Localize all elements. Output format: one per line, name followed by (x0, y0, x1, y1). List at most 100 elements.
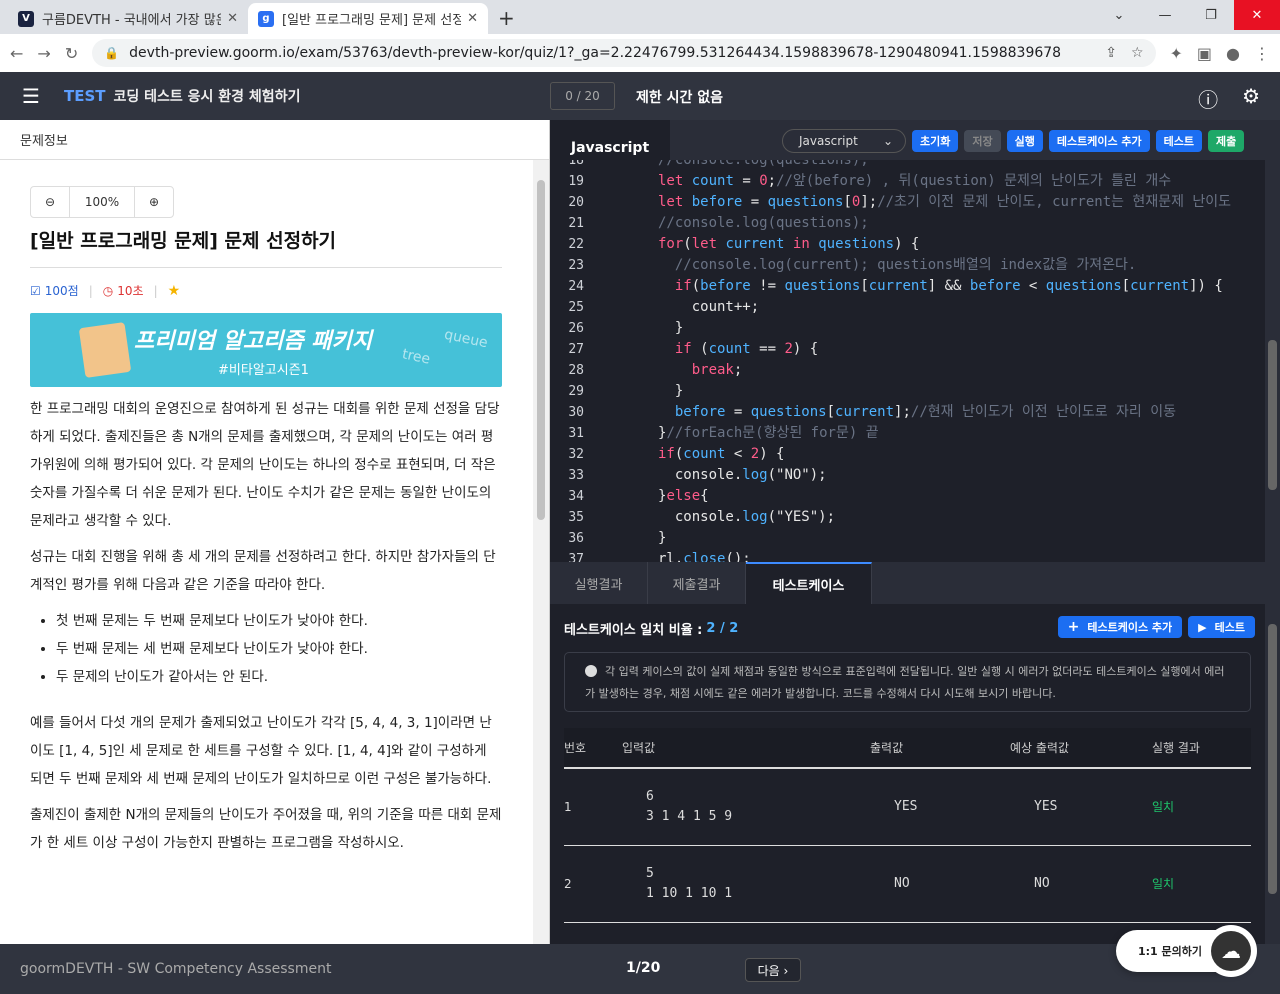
question-counter: 0 / 20 (550, 82, 615, 110)
code-line[interactable]: 33 console.log("NO"); (550, 465, 1265, 486)
test-button[interactable]: 테스트 (1155, 130, 1203, 152)
problem-scrollbar[interactable] (533, 160, 549, 944)
result-badge: 일치 (1152, 768, 1251, 846)
code-line[interactable]: 28 break; (550, 360, 1265, 381)
expected-value: YES (1010, 768, 1152, 846)
tab-submit-result[interactable]: 제출결과 (648, 562, 746, 604)
code-text: let count = 0;//앞(before) , 뒤(question) … (658, 173, 1172, 189)
code-line[interactable]: 32 if(count < 2) { (550, 444, 1265, 465)
banner-title: 프리미엄 알고리즘 패키지 (134, 329, 372, 354)
code-line[interactable]: 26 } (550, 318, 1265, 339)
code-line[interactable]: 30 before = questions[current];//현재 난이도가… (550, 402, 1265, 423)
problem-content[interactable]: ⊖ 100% ⊕ [일반 프로그래밍 문제] 문제 선정하기 ☑ 100점 | … (0, 160, 534, 944)
criteria-list: 첫 번째 문제는 두 번째 문제보다 난이도가 낮아야 한다. 두 번째 문제는… (56, 607, 502, 691)
close-tab-icon[interactable]: ✕ (227, 11, 238, 26)
code-line[interactable]: 21 //console.log(questions); (550, 213, 1265, 234)
code-line[interactable]: 35 console.log("YES"); (550, 507, 1265, 528)
code-line[interactable]: 27 if (count == 2) { (550, 339, 1265, 360)
scrollbar-thumb[interactable] (537, 180, 545, 520)
input-value: 5 1 10 1 10 1 (622, 845, 870, 923)
line-number: 30 (568, 405, 584, 420)
close-tab-icon[interactable]: ✕ (467, 11, 478, 26)
settings-gear-icon[interactable]: ⚙ (1242, 84, 1260, 113)
tab-search-icon[interactable]: ⌄ (1096, 0, 1142, 30)
address-row: ← → ↻ 🔒 devth-preview.goorm.io/exam/5376… (0, 34, 1280, 72)
code-line[interactable]: 37 rl.close(); (550, 549, 1265, 562)
code-line[interactable]: 18 //console.log(questions); (550, 160, 1265, 171)
goorm-favicon-icon: g (258, 10, 274, 27)
sidebar-icon[interactable]: ▣ (1197, 44, 1212, 63)
submit-button[interactable]: 제출 (1208, 130, 1245, 152)
banner-word: tree (400, 346, 432, 368)
code-line[interactable]: 23 //console.log(current); questions배열의 … (550, 255, 1265, 276)
lock-icon[interactable]: 🔒 (104, 46, 119, 60)
minimize-icon[interactable]: — (1142, 0, 1188, 30)
run-button[interactable]: 실행 (1006, 130, 1043, 152)
address-bar[interactable]: 🔒 devth-preview.goorm.io/exam/53763/devt… (92, 39, 1156, 67)
code-text: if(count < 2) { (658, 446, 785, 462)
column-header: 출력값 (870, 728, 1010, 769)
code-line[interactable]: 24 if(before != questions[current] && be… (550, 276, 1265, 297)
restore-icon[interactable]: ❐ (1188, 0, 1234, 30)
testcase-table: 번호 입력값 출력값 예상 출력값 실행 결과 1 6 3 1 4 1 5 9 … (564, 728, 1251, 923)
code-line[interactable]: 20 let before = questions[0];//초기 이전 문제 난… (550, 192, 1265, 213)
menu-kebab-icon[interactable]: ⋮ (1254, 44, 1270, 63)
editor-toolbar: Javascript Javascript ⌄ 초기화 저장 실행 테스트케이스… (550, 120, 1280, 160)
tab-testcases[interactable]: 테스트케이스 (746, 562, 872, 604)
code-line[interactable]: 25 count++; (550, 297, 1265, 318)
chat-cloud-icon[interactable]: ☁ (1205, 925, 1257, 977)
input-value: 6 3 1 4 1 5 9 (622, 768, 870, 846)
extensions-icon[interactable]: ✦ (1170, 44, 1183, 63)
bookmark-star-icon[interactable]: ☆ (1131, 45, 1144, 61)
save-button[interactable]: 저장 (964, 130, 1001, 152)
test-button[interactable]: ▶ 테스트 (1188, 616, 1255, 638)
add-testcase-button[interactable]: 테스트케이스 추가 (1048, 130, 1150, 152)
scrollbar-thumb[interactable] (1268, 340, 1277, 490)
new-tab-icon[interactable]: + (498, 6, 515, 30)
zoom-out-icon[interactable]: ⊖ (31, 187, 69, 217)
code-line[interactable]: 34}else{ (550, 486, 1265, 507)
line-number: 26 (568, 321, 584, 336)
next-button[interactable]: 다음 › (745, 958, 801, 982)
editor-file-tab[interactable]: Javascript (550, 120, 670, 160)
language-select[interactable]: Javascript ⌄ (782, 129, 906, 153)
reload-icon[interactable]: ↻ (65, 44, 78, 63)
code-text: } (658, 320, 684, 336)
problem-panel: 문제정보 ⊖ 100% ⊕ [일반 프로그래밍 문제] 문제 선정하기 ☑ 10… (0, 120, 550, 944)
results-tabs: 실행결과 제출결과 테스트케이스 (550, 562, 1280, 604)
code-line[interactable]: 31}//forEach문(향상된 for문) 끝 (550, 423, 1265, 444)
code-line[interactable]: 19 let count = 0;//앞(before) , 뒤(question… (550, 171, 1265, 192)
line-number: 22 (568, 237, 584, 252)
code-line[interactable]: 22 for(let current in questions) { (550, 234, 1265, 255)
window-close-icon[interactable]: ✕ (1234, 0, 1280, 30)
browser-tab-problem[interactable]: g [일반 프로그래밍 문제] 문제 선정 ✕ (248, 3, 488, 34)
promo-banner[interactable]: 프리미엄 알고리즘 패키지 #비타알고시즌1 queue tree (30, 313, 502, 387)
code-text: //console.log(current); questions배열의 ind… (674, 257, 1137, 273)
browser-tab-devth[interactable]: V 구름DEVTH - 국내에서 가장 많은 ✕ (8, 3, 248, 34)
reset-button[interactable]: 초기화 (912, 130, 959, 152)
share-icon[interactable]: ⇪ (1105, 45, 1117, 61)
line-number: 25 (568, 300, 584, 315)
line-number: 33 (568, 468, 584, 483)
app-tag: TEST (64, 87, 106, 105)
profile-avatar-icon[interactable]: ● (1226, 44, 1240, 63)
code-line[interactable]: 36} (550, 528, 1265, 549)
zoom-in-icon[interactable]: ⊕ (135, 187, 173, 217)
code-line[interactable]: 29 } (550, 381, 1265, 402)
results-scrollbar[interactable] (1265, 604, 1280, 944)
table-row: 2 5 1 10 1 10 1 NO NO 일치 (564, 845, 1251, 923)
app-header: ☰ TEST 코딩 테스트 응시 환경 체험하기 0 / 20 제한 시간 없음… (0, 72, 1280, 120)
editor-scrollbar[interactable] (1265, 160, 1280, 562)
tab-run-result[interactable]: 실행결과 (550, 562, 648, 604)
back-icon[interactable]: ← (10, 44, 23, 63)
forward-icon[interactable]: → (37, 44, 50, 63)
hamburger-menu-icon[interactable]: ☰ (22, 84, 42, 108)
code-editor[interactable]: 37 rl.close(); 36} 35 console.log("YES"); 34… (550, 160, 1280, 562)
main-area: 문제정보 ⊖ 100% ⊕ [일반 프로그래밍 문제] 문제 선정하기 ☑ 10… (0, 120, 1280, 944)
favorite-star-icon[interactable]: ★ (168, 283, 181, 299)
add-testcase-button[interactable]: + 테스트케이스 추가 (1057, 616, 1183, 638)
description-paragraph: 출제진이 출제한 N개의 문제들의 난이도가 주어졌을 때, 위의 기준을 따른… (30, 807, 502, 851)
info-icon[interactable]: ⓘ (1198, 84, 1218, 113)
scrollbar-thumb[interactable] (1268, 624, 1277, 894)
code-text: rl.close(); (658, 551, 751, 562)
